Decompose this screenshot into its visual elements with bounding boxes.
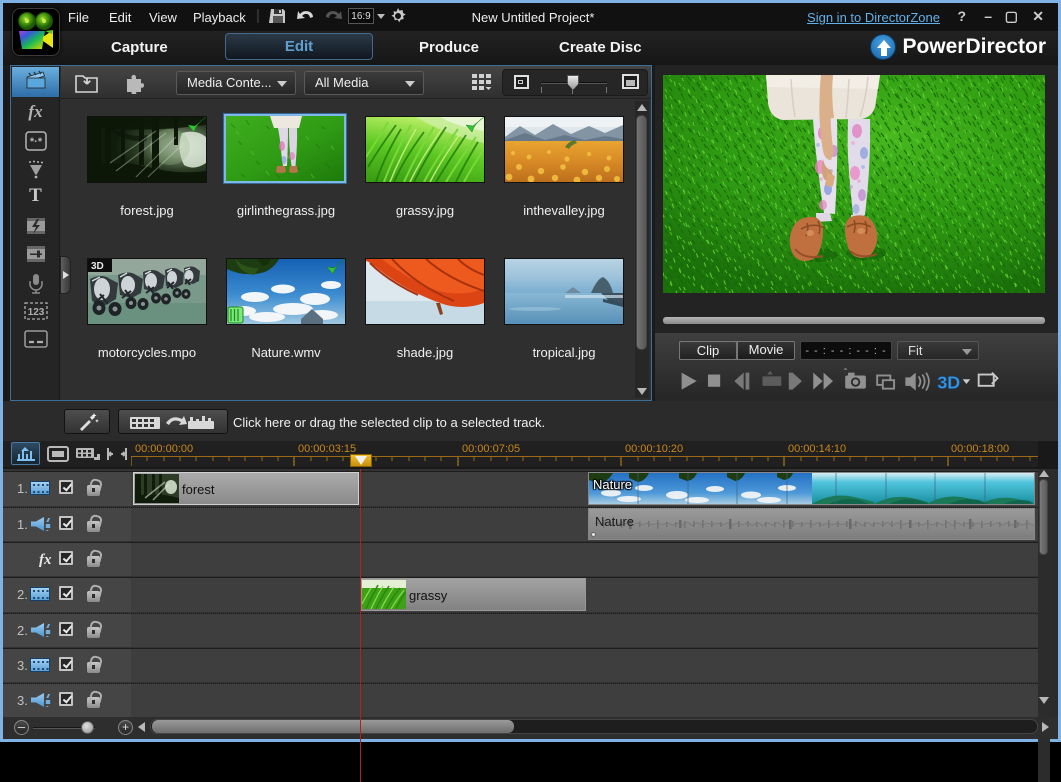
svg-text:3D: 3D xyxy=(91,261,104,272)
svg-text:00:00:14:10: 00:00:14:10 xyxy=(788,443,846,455)
svg-text:3D: 3D xyxy=(937,373,960,393)
svg-text:00:00:18:00: 00:00:18:00 xyxy=(951,443,1009,455)
svg-text:123: 123 xyxy=(27,307,44,318)
svg-text:00:00:07:05: 00:00:07:05 xyxy=(462,443,520,455)
svg-text:00:00:00:00: 00:00:00:00 xyxy=(135,443,193,455)
svg-text:*·*: *·* xyxy=(29,136,42,148)
svg-text:00:00:03:15: 00:00:03:15 xyxy=(298,443,356,455)
svg-text:00:00:10:20: 00:00:10:20 xyxy=(625,443,683,455)
